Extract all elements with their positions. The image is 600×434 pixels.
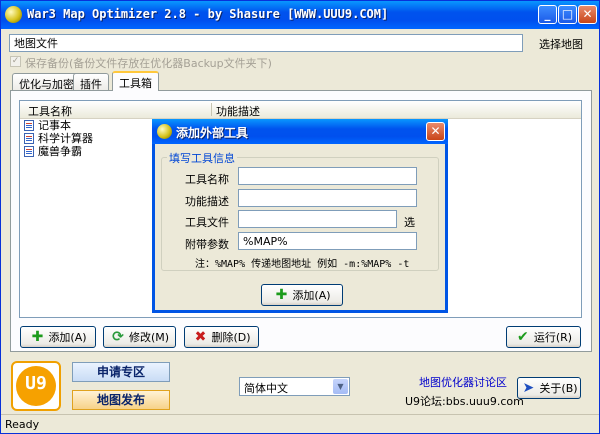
tab-optimize-encrypt[interactable]: 优化与加密: [12, 73, 81, 91]
add-person-icon: ✚: [275, 287, 288, 303]
forum-url: U9论坛:bbs.uuu9.com: [405, 395, 524, 408]
tool-desc-label: 功能描述: [185, 195, 229, 208]
list-item-label: 记事本: [38, 119, 71, 132]
column-tool-name[interactable]: 工具名称: [28, 103, 72, 119]
backup-checkbox[interactable]: ✓: [10, 56, 21, 67]
chevron-down-icon[interactable]: ▼: [333, 379, 348, 394]
app-icon: [5, 6, 22, 23]
tool-file-select-button[interactable]: 选: [404, 214, 415, 230]
select-map-button[interactable]: 选择地图: [539, 36, 583, 52]
tool-name-input[interactable]: [238, 167, 417, 185]
delete-tool-label: 删除(D): [211, 331, 251, 344]
tab-toolbox[interactable]: 工具箱: [112, 71, 159, 91]
tool-args-input[interactable]: %MAP%: [238, 232, 417, 250]
minimize-button[interactable]: _: [538, 5, 557, 24]
edit-tool-button[interactable]: ⟳ 修改(M): [103, 326, 176, 348]
map-publish-button[interactable]: 地图发布: [72, 390, 170, 410]
list-item-label: 科学计算器: [38, 132, 93, 145]
language-select[interactable]: 简体中文 ▼: [239, 377, 350, 396]
tool-file-input[interactable]: [238, 210, 397, 228]
tool-args-label: 附带参数: [185, 238, 229, 251]
dialog-title: 添加外部工具: [176, 126, 249, 140]
about-label: 关于(B): [539, 382, 578, 395]
map-file-input[interactable]: 地图文件: [9, 34, 523, 52]
tool-name-label: 工具名称: [185, 173, 229, 186]
warcraft-icon: [24, 146, 34, 157]
dialog-note: 注：%MAP% 传递地图地址 例如 -m:%MAP% -t: [195, 259, 410, 270]
checkmark-icon: ✔: [517, 329, 529, 345]
column-separator[interactable]: [211, 103, 212, 116]
refresh-icon: ⟳: [112, 329, 124, 345]
delete-x-icon: ✖: [194, 329, 207, 345]
status-bar: Ready: [1, 414, 599, 433]
delete-tool-button[interactable]: ✖ 删除(D): [184, 326, 259, 348]
notepad-icon: [24, 120, 34, 131]
tool-info-legend: 填写工具信息: [167, 150, 237, 166]
calculator-icon: [24, 133, 34, 144]
edit-tool-label: 修改(M): [128, 331, 170, 344]
add-external-tool-dialog: 添加外部工具 ✕ 填写工具信息 工具名称 功能描述 工具文件 选 附带参数 %M…: [152, 119, 448, 313]
title-bar[interactable]: War3 Map Optimizer 2.8 - by Shasure [WWW…: [1, 1, 599, 29]
tool-file-label: 工具文件: [185, 216, 229, 229]
status-text: Ready: [5, 418, 40, 431]
uuu9-logo: U9: [11, 361, 61, 411]
main-window: War3 Map Optimizer 2.8 - by Shasure [WWW…: [0, 0, 600, 434]
forum-link[interactable]: 地图优化器讨论区: [419, 374, 507, 390]
dialog-app-icon: [157, 124, 172, 139]
run-tool-label: 运行(R): [533, 331, 573, 344]
run-tool-button[interactable]: ✔ 运行(R): [506, 326, 581, 348]
add-tool-label: 添加(A): [48, 331, 87, 344]
dialog-add-label: 添加(A): [292, 289, 331, 302]
add-tool-button[interactable]: ✚ 添加(A): [20, 326, 96, 348]
about-button[interactable]: ➤ 关于(B): [517, 377, 581, 399]
language-value: 简体中文: [244, 382, 288, 395]
logo-text: U9: [25, 373, 47, 394]
dialog-add-button[interactable]: ✚ 添加(A): [261, 284, 343, 306]
help-icon: ➤: [522, 380, 535, 396]
apply-zone-button[interactable]: 申请专区: [72, 362, 170, 382]
close-button[interactable]: ✕: [578, 5, 597, 24]
list-header: 工具名称 功能描述: [20, 101, 581, 119]
dialog-close-button[interactable]: ✕: [426, 122, 445, 141]
tool-desc-input[interactable]: [238, 189, 417, 207]
dialog-title-bar[interactable]: 添加外部工具 ✕: [152, 119, 448, 144]
tab-plugins[interactable]: 插件: [73, 73, 109, 91]
window-title: War3 Map Optimizer 2.8 - by Shasure [WWW…: [27, 7, 389, 21]
list-item-label: 魔兽争霸: [38, 145, 82, 158]
maximize-button[interactable]: □: [558, 5, 577, 24]
column-description[interactable]: 功能描述: [216, 103, 260, 119]
add-person-icon: ✚: [31, 329, 44, 345]
backup-label: 保存备份(备份文件存放在优化器Backup文件夹下): [25, 57, 272, 70]
